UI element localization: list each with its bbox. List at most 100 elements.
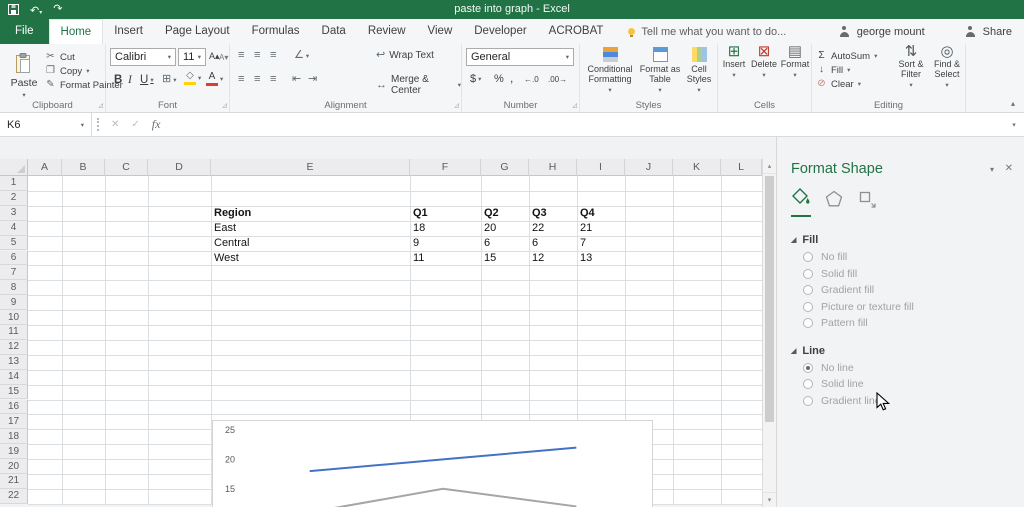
font-size-combo[interactable]: 11▾ xyxy=(178,48,206,66)
grow-font-button[interactable]: A▴ xyxy=(209,51,220,62)
italic-button[interactable]: I xyxy=(128,74,132,86)
column-header-H[interactable]: H xyxy=(529,159,577,176)
row-header-22[interactable]: 22 xyxy=(0,489,28,504)
percent-style-button[interactable]: % xyxy=(494,73,504,85)
name-box-splitter[interactable] xyxy=(94,118,99,131)
formula-input[interactable] xyxy=(170,113,1004,136)
row-header-10[interactable]: 10 xyxy=(0,310,28,325)
cell-H6[interactable]: 12 xyxy=(532,251,576,266)
column-header-L[interactable]: L xyxy=(721,159,762,176)
column-header-C[interactable]: C xyxy=(105,159,148,176)
delete-cells-button[interactable]: ⊠ Delete ▾ xyxy=(750,47,778,81)
collapse-ribbon-icon[interactable]: ▴ xyxy=(1011,99,1015,108)
number-dialog-launcher[interactable]: ◿ xyxy=(572,102,577,109)
column-header-F[interactable]: F xyxy=(410,159,481,176)
tab-file[interactable]: File xyxy=(0,19,49,44)
align-bottom-button[interactable]: ≡ xyxy=(270,50,276,61)
cell-H5[interactable]: 6 xyxy=(532,236,576,251)
tab-home[interactable]: Home xyxy=(49,19,104,44)
row-header-7[interactable]: 7 xyxy=(0,265,28,280)
format-cells-button[interactable]: ▤ Format ▾ xyxy=(780,47,810,81)
radio-no-fill[interactable] xyxy=(803,252,813,262)
effects-tab[interactable] xyxy=(824,189,844,217)
tab-review[interactable]: Review xyxy=(357,19,417,44)
sort-filter-button[interactable]: ⇅ Sort & Filter ▾ xyxy=(892,47,930,91)
option-solid-fill[interactable]: Solid fill xyxy=(791,266,1014,283)
paste-button[interactable]: Paste ▾ xyxy=(3,47,45,104)
row-header-3[interactable]: 3 xyxy=(0,206,28,221)
chart-series-west[interactable] xyxy=(310,489,577,507)
column-header-A[interactable]: A xyxy=(28,159,62,176)
size-properties-tab[interactable] xyxy=(857,189,877,217)
column-header-I[interactable]: I xyxy=(577,159,625,176)
increase-indent-button[interactable]: ⇥ xyxy=(308,74,317,85)
radio-solid-fill[interactable] xyxy=(803,269,813,279)
row-header-16[interactable]: 16 xyxy=(0,400,28,415)
select-all-corner[interactable] xyxy=(0,159,28,176)
borders-button[interactable]: ⊞▾ xyxy=(162,74,176,85)
column-header-J[interactable]: J xyxy=(625,159,673,176)
tab-formulas[interactable]: Formulas xyxy=(241,19,311,44)
fill-color-button[interactable]: ◇ ▾ xyxy=(184,71,201,85)
name-box[interactable]: K6 ▾ xyxy=(0,113,92,136)
font-family-combo[interactable]: Calibri▾ xyxy=(110,48,176,66)
option-no-line[interactable]: No line xyxy=(791,360,1014,377)
cell-E5[interactable]: Central xyxy=(214,236,409,251)
row-header-13[interactable]: 13 xyxy=(0,355,28,370)
autosum-button[interactable]: ΣAutoSum▾ xyxy=(816,49,877,63)
underline-button[interactable]: U▾ xyxy=(140,74,154,86)
fill-button[interactable]: ↓Fill▾ xyxy=(816,63,877,77)
row-header-11[interactable]: 11 xyxy=(0,325,28,340)
fill-line-tab[interactable] xyxy=(791,187,811,217)
row-header-14[interactable]: 14 xyxy=(0,370,28,385)
option-gradient-line[interactable]: Gradient line xyxy=(791,393,1014,410)
merge-center-button[interactable]: ↔Merge & Center▾ xyxy=(376,74,461,96)
wrap-text-button[interactable]: ↩Wrap Text xyxy=(376,50,434,61)
row-header-4[interactable]: 4 xyxy=(0,221,28,236)
cell-H4[interactable]: 22 xyxy=(532,221,576,236)
cell-F4[interactable]: 18 xyxy=(413,221,480,236)
column-header-D[interactable]: D xyxy=(148,159,211,176)
row-header-12[interactable]: 12 xyxy=(0,340,28,355)
column-header-K[interactable]: K xyxy=(673,159,721,176)
user-name[interactable]: george mount xyxy=(857,26,925,38)
section-header-line[interactable]: ◢Line xyxy=(791,342,1014,360)
option-no-fill[interactable]: No fill xyxy=(791,249,1014,266)
tab-view[interactable]: View xyxy=(417,19,464,44)
option-picture-or-texture-fill[interactable]: Picture or texture fill xyxy=(791,299,1014,316)
accounting-format-button[interactable]: $▾ xyxy=(470,73,481,85)
bold-button[interactable]: B xyxy=(114,74,122,86)
column-header-E[interactable]: E xyxy=(211,159,410,176)
vertical-scrollbar[interactable]: ▴ ▾ xyxy=(762,159,776,507)
row-header-15[interactable]: 15 xyxy=(0,385,28,400)
cancel-icon[interactable]: ✕ xyxy=(111,119,119,130)
cell-I4[interactable]: 21 xyxy=(580,221,624,236)
radio-pattern-fill[interactable] xyxy=(803,318,813,328)
cell-I6[interactable]: 13 xyxy=(580,251,624,266)
cell-E3[interactable]: Region xyxy=(214,206,409,221)
row-header-21[interactable]: 21 xyxy=(0,474,28,489)
pane-options-icon[interactable]: ▾ xyxy=(990,165,994,174)
row-header-6[interactable]: 6 xyxy=(0,251,28,266)
align-left-button[interactable]: ≡ xyxy=(238,74,244,85)
radio-gradient-line[interactable] xyxy=(803,396,813,406)
column-header-G[interactable]: G xyxy=(481,159,529,176)
number-format-combo[interactable]: General▾ xyxy=(466,48,574,66)
font-color-button[interactable]: A ▾ xyxy=(206,71,223,86)
row-header-2[interactable]: 2 xyxy=(0,191,28,206)
conditional-formatting-button[interactable]: Conditional Formatting ▾ xyxy=(584,47,636,96)
tab-acrobat[interactable]: ACROBAT xyxy=(538,19,615,44)
tab-data[interactable]: Data xyxy=(311,19,357,44)
cell-F3[interactable]: Q1 xyxy=(413,206,480,221)
row-header-8[interactable]: 8 xyxy=(0,280,28,295)
tab-page-layout[interactable]: Page Layout xyxy=(154,19,241,44)
share-button[interactable]: Share xyxy=(983,26,1012,38)
row-header-19[interactable]: 19 xyxy=(0,444,28,459)
insert-cells-button[interactable]: ⊞ Insert ▾ xyxy=(720,47,748,81)
format-as-table-button[interactable]: Format as Table ▾ xyxy=(638,47,682,96)
clipboard-dialog-launcher[interactable]: ◿ xyxy=(98,102,103,109)
section-header-fill[interactable]: ◢Fill xyxy=(791,231,1014,249)
embedded-chart[interactable]: 0510152025Q1Q2Q3 EastCentralWest xyxy=(212,420,653,507)
clear-button[interactable]: ⊘Clear▾ xyxy=(816,77,877,91)
cell-E4[interactable]: East xyxy=(214,221,409,236)
